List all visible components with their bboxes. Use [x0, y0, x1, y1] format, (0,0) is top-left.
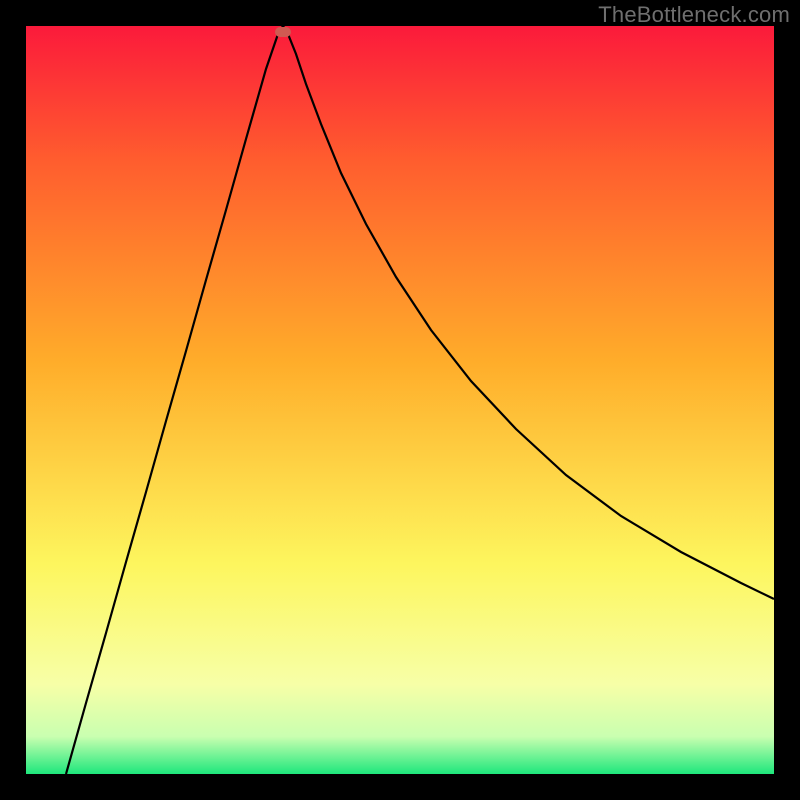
- bottleneck-curve: [26, 26, 774, 774]
- watermark-text: TheBottleneck.com: [598, 2, 790, 28]
- outer-frame: TheBottleneck.com: [0, 0, 800, 800]
- curve-path: [66, 26, 774, 774]
- minimum-marker: [275, 27, 291, 37]
